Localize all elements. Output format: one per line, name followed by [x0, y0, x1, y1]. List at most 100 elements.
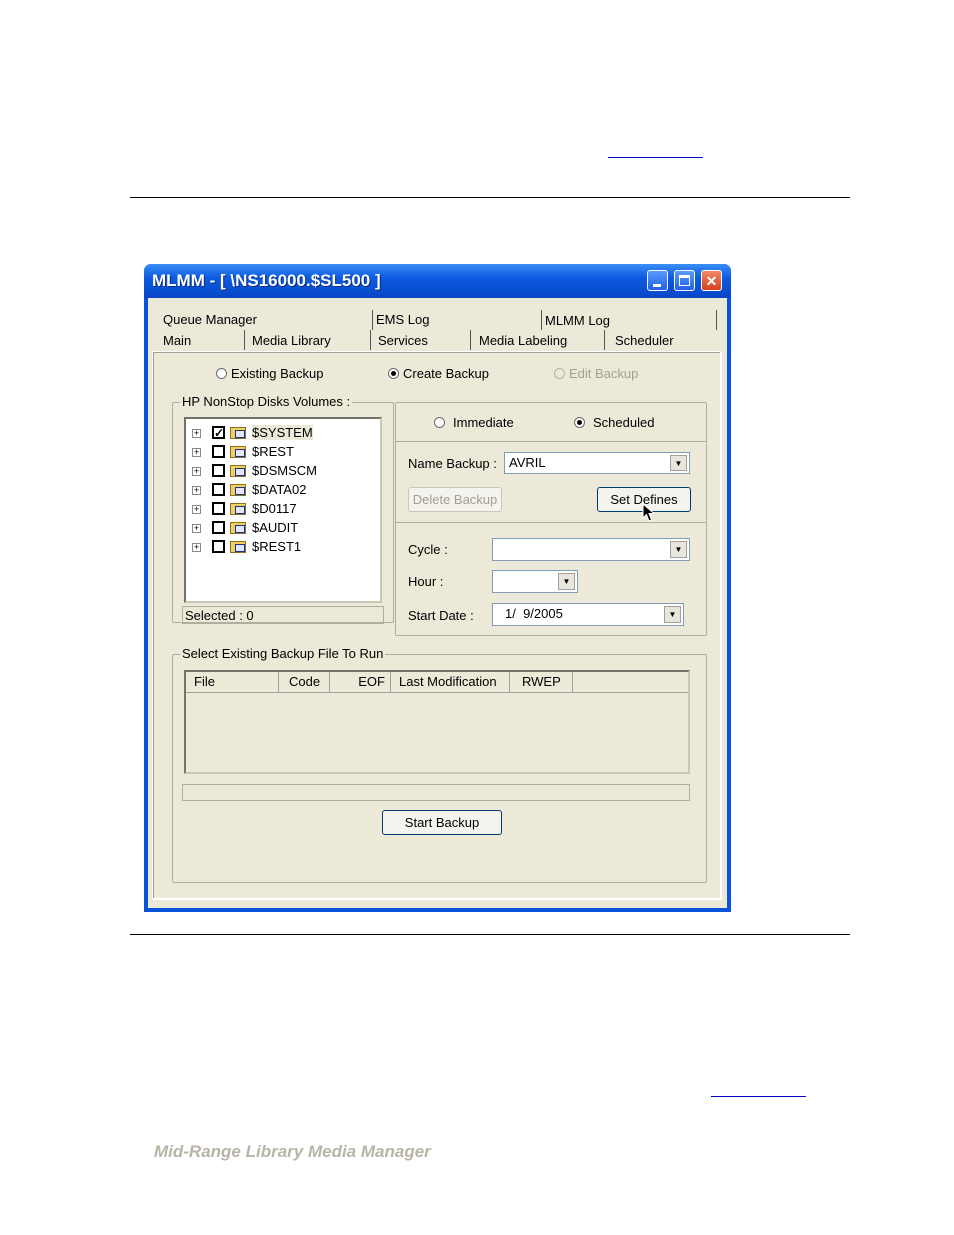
column-code[interactable]: Code [279, 672, 330, 692]
tab-separator [470, 330, 471, 350]
volume-checkbox[interactable] [212, 483, 225, 496]
folder-disk-icon [230, 465, 246, 477]
document-link-bottom[interactable] [711, 1096, 806, 1097]
volumes-tree[interactable]: + ✓ $SYSTEM + $REST + $DSMSCM + $DATA02 … [184, 417, 382, 603]
tab-queue-manager[interactable]: Queue Manager [163, 312, 257, 327]
volume-checkbox[interactable] [212, 540, 225, 553]
column-rwep[interactable]: RWEP [510, 672, 573, 692]
dropdown-arrow-icon[interactable]: ▼ [558, 573, 575, 590]
tree-item-d0117[interactable]: + $D0117 [186, 501, 376, 519]
tab-separator [370, 330, 371, 350]
name-backup-label: Name Backup : [408, 456, 497, 471]
column-code-label: Code [289, 674, 321, 689]
create-backup-label: Create Backup [403, 366, 489, 381]
folder-disk-icon [230, 541, 246, 553]
folder-disk-icon [230, 427, 246, 439]
dropdown-arrow-icon[interactable]: ▼ [670, 455, 687, 471]
volumes-groupbox-label: HP NonStop Disks Volumes : [180, 394, 353, 409]
immediate-radio[interactable] [434, 417, 445, 428]
column-last-modification[interactable]: Last Modification [391, 672, 510, 692]
tab-services[interactable]: Services [378, 333, 428, 348]
bottom-rule [130, 934, 850, 935]
title-bar[interactable]: MLMM - [ \NS16000.$SL500 ] ✕ [144, 264, 731, 298]
folder-disk-icon [230, 484, 246, 496]
tree-item-audit[interactable]: + $AUDIT [186, 520, 376, 538]
tab-separator [372, 310, 373, 330]
create-backup-radio[interactable] [388, 368, 399, 379]
start-backup-button[interactable]: Start Backup [382, 810, 502, 835]
window-title: MLMM - [ \NS16000.$SL500 ] [152, 271, 381, 290]
existing-files-list[interactable]: File Code EOF Last Modification RWEP [184, 670, 690, 774]
tab-separator [604, 330, 605, 350]
edit-backup-radio [554, 368, 565, 379]
column-last-modification-label: Last Modification [399, 674, 497, 689]
existing-backup-label: Existing Backup [231, 366, 324, 381]
app-footer-caption: Mid-Range Library Media Manager [154, 1142, 431, 1161]
volume-checkbox[interactable] [212, 445, 225, 458]
tab-scheduler[interactable]: Scheduler [615, 333, 674, 348]
hour-combo[interactable]: ▼ [492, 570, 578, 593]
folder-disk-icon [230, 503, 246, 515]
volume-label: $D0117 [252, 501, 297, 516]
expand-plus-icon[interactable]: + [192, 524, 201, 533]
start-date-value: 1/ 9/2005 [505, 606, 563, 621]
panel-divider [395, 441, 707, 442]
expand-plus-icon[interactable]: + [192, 429, 201, 438]
mouse-cursor-icon [642, 503, 656, 522]
name-backup-value: AVRIL [509, 455, 546, 470]
tab-mlmm-log[interactable]: MLMM Log [545, 313, 610, 328]
close-icon[interactable]: ✕ [701, 270, 722, 291]
column-file-label: File [194, 674, 215, 689]
mlmm-window: MLMM - [ \NS16000.$SL500 ] ✕ Queue Manag… [144, 264, 731, 1161]
name-backup-combo[interactable]: AVRIL ▼ [504, 452, 690, 474]
cycle-combo[interactable]: ▼ [492, 538, 690, 561]
expand-plus-icon[interactable]: + [192, 467, 201, 476]
volume-label: $REST1 [252, 539, 302, 554]
scheduled-radio[interactable] [574, 417, 585, 428]
list-scrollbar[interactable] [182, 784, 690, 801]
volume-checkbox[interactable] [212, 521, 225, 534]
folder-disk-icon [230, 522, 246, 534]
dropdown-arrow-icon[interactable]: ▼ [664, 606, 681, 623]
expand-plus-icon[interactable]: + [192, 505, 201, 514]
start-backup-label: Start Backup [404, 815, 480, 830]
tab-ems-log[interactable]: EMS Log [376, 312, 429, 327]
volume-checkbox[interactable] [212, 502, 225, 515]
column-eof-label: EOF [358, 674, 385, 689]
tab-main[interactable]: Main [163, 333, 191, 348]
selected-count-status: Selected : 0 [182, 606, 384, 624]
tree-item-rest[interactable]: + $REST [186, 444, 376, 462]
expand-plus-icon[interactable]: + [192, 448, 201, 457]
expand-plus-icon[interactable]: + [192, 543, 201, 552]
maximize-icon[interactable] [674, 270, 695, 291]
column-rwep-label: RWEP [522, 674, 561, 689]
existing-backup-radio[interactable] [216, 368, 227, 379]
volume-label: $DSMSCM [252, 463, 318, 478]
tab-separator [541, 310, 542, 330]
tab-separator [244, 330, 245, 350]
dropdown-arrow-icon[interactable]: ▼ [670, 541, 687, 558]
tree-item-system[interactable]: + ✓ $SYSTEM [186, 425, 376, 443]
tab-media-labeling[interactable]: Media Labeling [479, 333, 567, 348]
tree-item-data02[interactable]: + $DATA02 [186, 482, 376, 500]
start-date-picker[interactable]: 1/ 9/2005 ▼ [492, 603, 684, 626]
tab-separator [716, 310, 717, 330]
expand-plus-icon[interactable]: + [192, 486, 201, 495]
volume-label: $SYSTEM [252, 425, 313, 440]
tab-media-library[interactable]: Media Library [252, 333, 331, 348]
volume-checkbox[interactable]: ✓ [212, 426, 225, 439]
minimize-icon[interactable] [647, 270, 668, 291]
column-file[interactable]: File [186, 672, 279, 692]
volume-checkbox[interactable] [212, 464, 225, 477]
tree-item-dsmscm[interactable]: + $DSMSCM [186, 463, 376, 481]
tree-item-rest1[interactable]: + $REST1 [186, 539, 376, 557]
existing-files-groupbox-label: Select Existing Backup File To Run [180, 646, 386, 661]
column-eof[interactable]: EOF [330, 672, 391, 692]
folder-disk-icon [230, 446, 246, 458]
volume-label: $AUDIT [252, 520, 299, 535]
hour-label: Hour : [408, 574, 444, 589]
cycle-label: Cycle : [408, 542, 448, 557]
edit-backup-label: Edit Backup [569, 366, 639, 381]
document-link-top[interactable] [608, 157, 703, 158]
top-rule [130, 197, 850, 198]
